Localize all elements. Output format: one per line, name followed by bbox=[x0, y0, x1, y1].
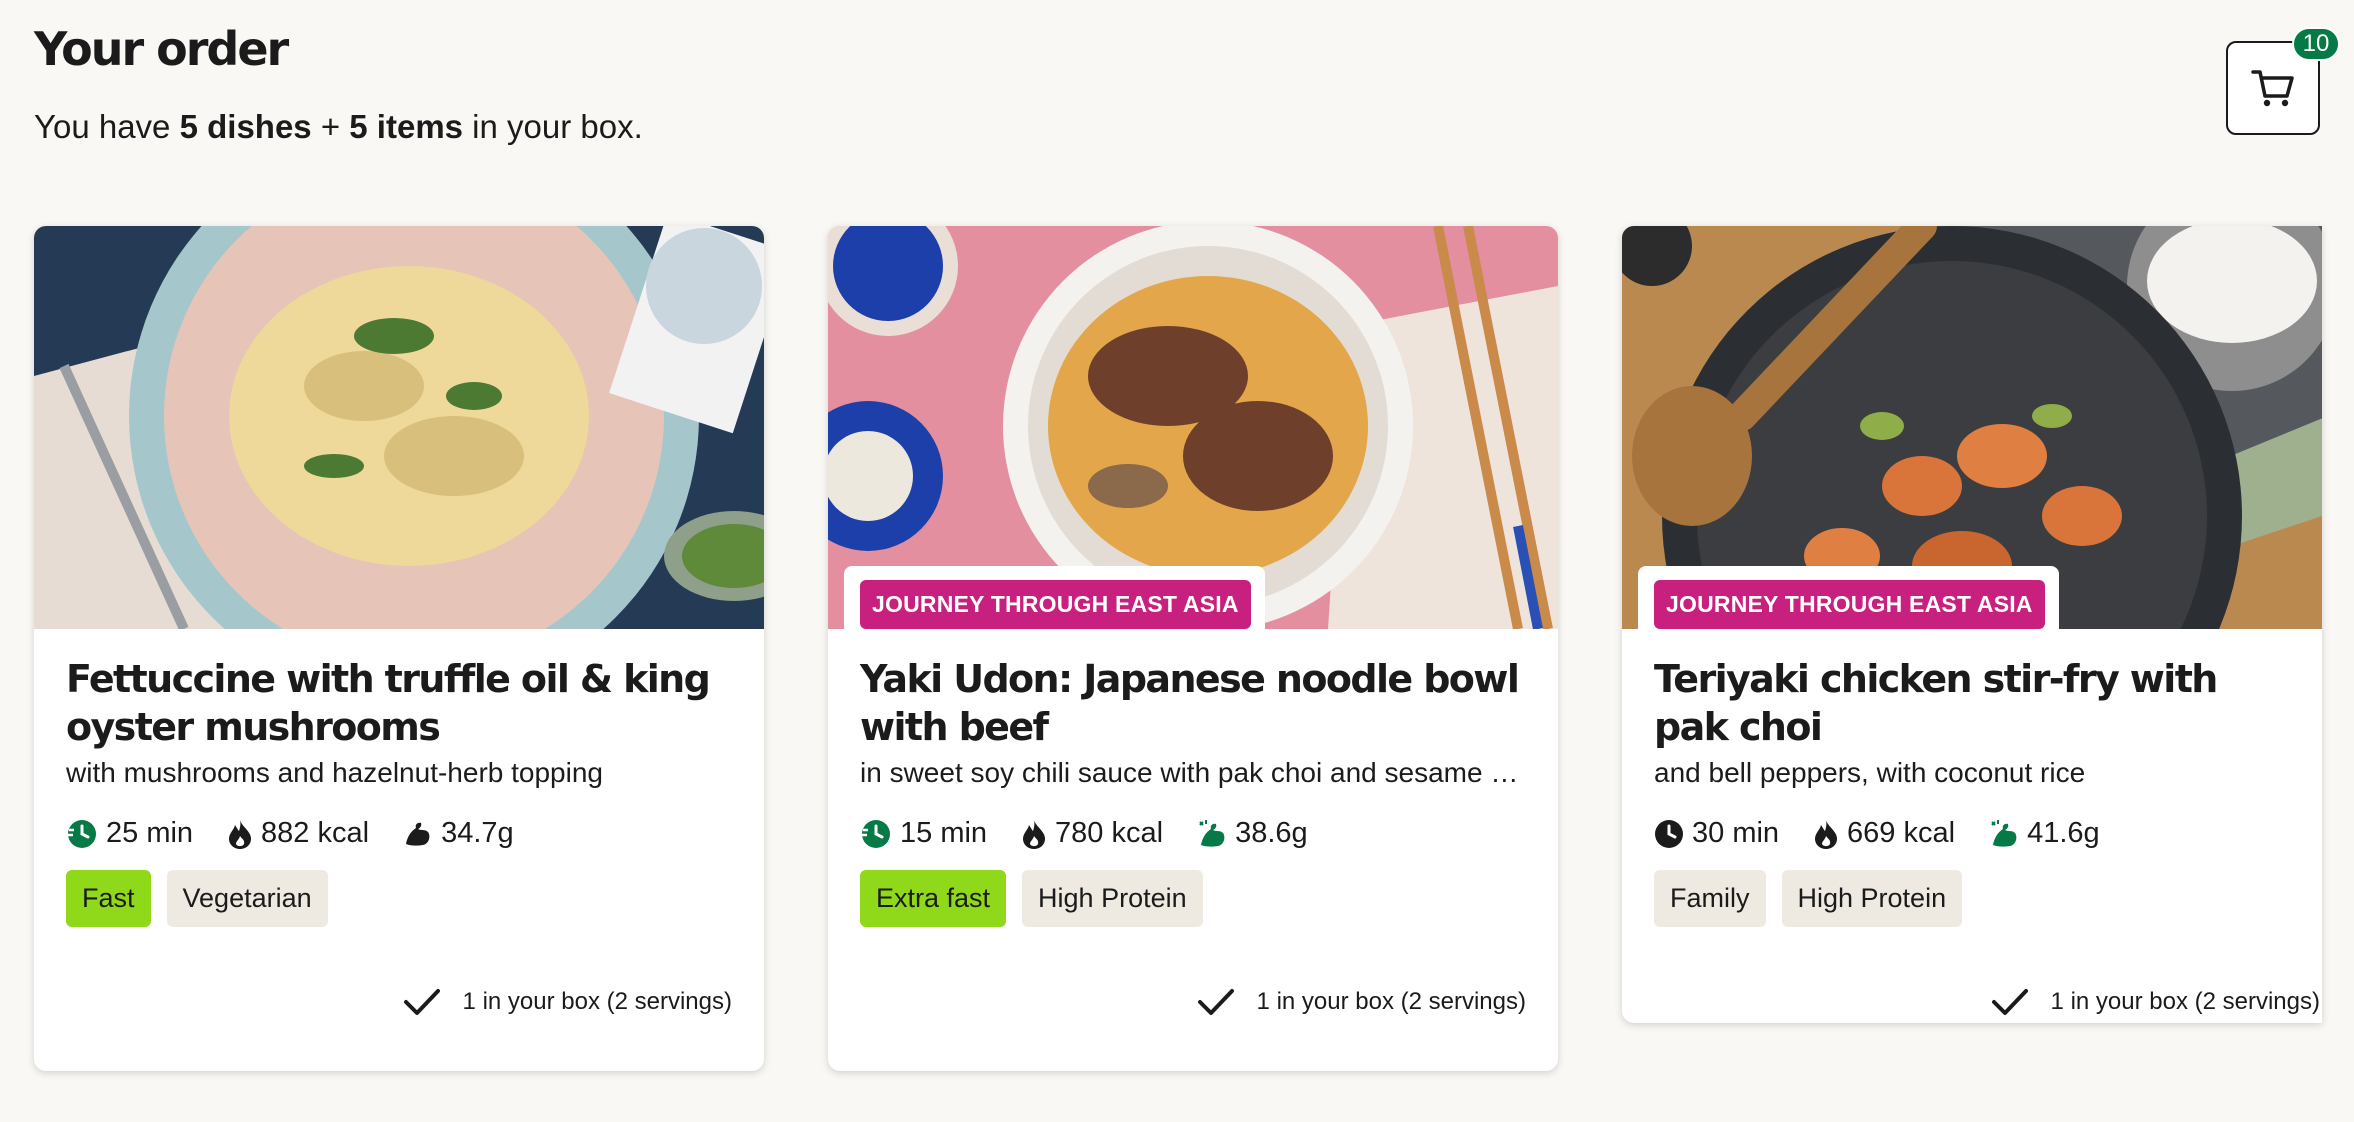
flame-icon bbox=[1815, 819, 1838, 849]
protein-icon bbox=[1991, 819, 2017, 847]
calories: 882 kcal bbox=[227, 817, 369, 850]
collection-tag[interactable]: JOURNEY THROUGH EAST ASIA bbox=[1654, 580, 2045, 629]
fast-clock-icon bbox=[862, 819, 890, 848]
prep-time: 30 min bbox=[1654, 817, 1779, 850]
collection-tag-tab: JOURNEY THROUGH EAST ASIA bbox=[844, 566, 1265, 629]
in-box-status: 1 in your box (2 servings) bbox=[860, 987, 1526, 1017]
teriyaki-chicken-image: JOURNEY THROUGH EAST ASIA bbox=[1622, 226, 2322, 629]
clock-icon bbox=[1655, 819, 1683, 848]
fettuccine-image bbox=[34, 226, 764, 629]
tag-chip: Extra fast bbox=[860, 870, 1007, 927]
flame-icon bbox=[1023, 819, 1046, 849]
dish-count: 5 dishes bbox=[179, 108, 312, 145]
prep-time: 25 min bbox=[66, 817, 193, 850]
recipe-title[interactable]: Fettuccine with truffle oil & king oyste… bbox=[66, 655, 732, 751]
recipe-subtitle: with mushrooms and hazelnut-herb topping bbox=[66, 757, 603, 788]
in-box-status: 1 in your box (2 servings) bbox=[1654, 987, 2320, 1017]
recipe-card[interactable]: JOURNEY THROUGH EAST ASIA Yaki Udon: Jap… bbox=[828, 226, 1558, 1071]
tag-chip: Vegetarian bbox=[166, 870, 328, 927]
tag-chip: High Protein bbox=[1022, 870, 1203, 927]
protein-icon bbox=[1199, 819, 1225, 847]
yaki-udon-image: JOURNEY THROUGH EAST ASIA bbox=[828, 226, 1558, 629]
collection-tag-tab: JOURNEY THROUGH EAST ASIA bbox=[1638, 566, 2059, 629]
tag-chip: High Protein bbox=[1781, 870, 1963, 927]
checkmark-icon bbox=[1991, 989, 2028, 1015]
calories: 669 kcal bbox=[1813, 817, 1955, 850]
recipe-card[interactable]: JOURNEY THROUGH EAST ASIA Teriyaki chick… bbox=[1622, 226, 2322, 1023]
recipe-title[interactable]: Teriyaki chicken stir-fry with pak choi bbox=[1654, 655, 2290, 751]
checkmark-icon bbox=[403, 989, 440, 1015]
protein: 41.6g bbox=[1989, 817, 2100, 850]
recipe-subtitle: in sweet soy chili sauce with pak choi a… bbox=[860, 757, 1526, 788]
tag-chip: Fast bbox=[66, 870, 151, 927]
in-box-status: 1 in your box (2 servings) bbox=[66, 987, 732, 1017]
item-count: 5 items bbox=[349, 108, 464, 145]
fast-clock-icon bbox=[68, 819, 96, 848]
muscle-icon bbox=[406, 822, 430, 846]
tag-chip: Family bbox=[1654, 870, 1766, 927]
order-summary: You have 5 dishes + 5 items in your box. bbox=[34, 108, 643, 145]
recipe-card[interactable]: Fettuccine with truffle oil & king oyste… bbox=[34, 226, 764, 1071]
collection-tag[interactable]: JOURNEY THROUGH EAST ASIA bbox=[860, 580, 1251, 629]
recipe-subtitle: and bell peppers, with coconut rice bbox=[1654, 757, 2086, 788]
cart-icon bbox=[2251, 70, 2294, 107]
cart-count-badge: 10 bbox=[2292, 27, 2340, 61]
recipe-title[interactable]: Yaki Udon: Japanese noodle bowl with bee… bbox=[860, 655, 1526, 751]
protein: 34.7g bbox=[403, 817, 514, 850]
protein: 38.6g bbox=[1197, 817, 1308, 850]
checkmark-icon bbox=[1197, 989, 1234, 1015]
calories: 780 kcal bbox=[1021, 817, 1163, 850]
page-title: Your order bbox=[34, 22, 289, 76]
flame-icon bbox=[229, 819, 252, 849]
prep-time: 15 min bbox=[860, 817, 987, 850]
